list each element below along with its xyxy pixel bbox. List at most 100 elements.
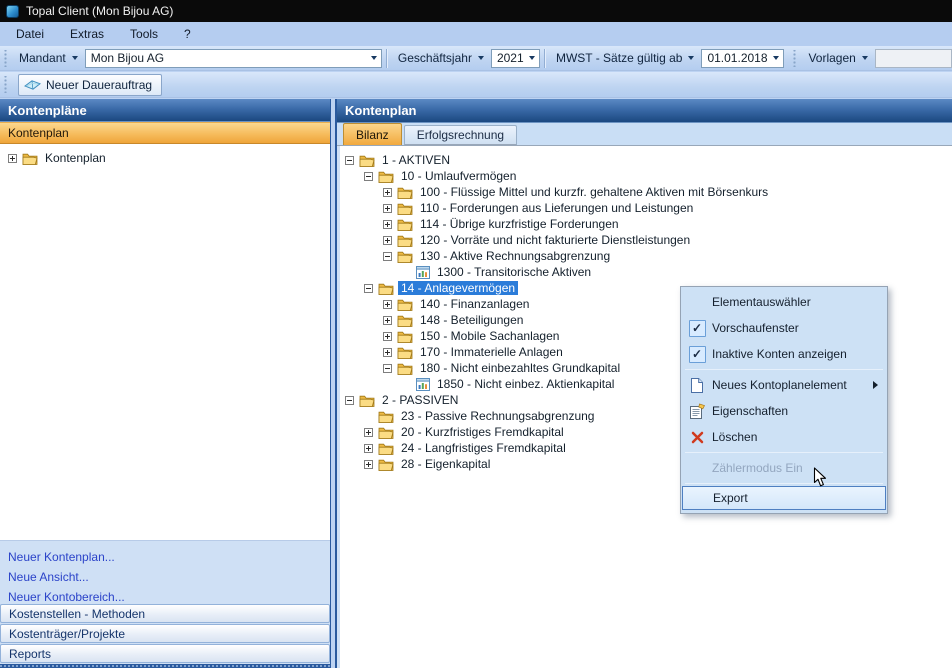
expander-slot (383, 300, 396, 309)
menu-item-tools[interactable]: Tools (117, 27, 171, 41)
menu-item-extras[interactable]: Extras (57, 27, 117, 41)
tree-row: Kontenplan (0, 150, 330, 166)
menu-item--[interactable]: ? (171, 27, 204, 41)
vorlagen-dropdown-button[interactable]: Vorlagen (801, 48, 874, 69)
section-bar-reports[interactable]: Reports (0, 644, 330, 663)
mwst-dropdown-button[interactable]: MWST - Sätze gültig ab (549, 48, 702, 69)
expander-slot (364, 444, 377, 453)
neuer-dauerauftrag-button[interactable]: Neuer Dauerauftrag (18, 74, 162, 96)
section-bar-kostenstellen-methoden[interactable]: Kostenstellen - Methoden (0, 604, 330, 623)
expand-plus-icon[interactable] (364, 460, 373, 469)
tree-node-label[interactable]: Kontenplan (42, 151, 109, 165)
account-chart-icon-wrap (416, 266, 430, 279)
mwst-value: 01.01.2018 (702, 51, 769, 65)
tree-node-label[interactable]: 20 - Kurzfristiges Fremdkapital (398, 425, 567, 439)
menu-item-löschen[interactable]: Löschen (682, 424, 886, 450)
folder-icon (378, 282, 394, 295)
expander-slot (364, 172, 377, 181)
link-neue-ansicht[interactable]: Neue Ansicht... (8, 567, 330, 587)
menu-item-export[interactable]: Export (682, 486, 886, 510)
menu-item-elementauswähler[interactable]: Elementauswähler (682, 289, 886, 315)
tabstrip: BilanzErfolgsrechnung (337, 123, 952, 146)
tree-node-label[interactable]: 170 - Immaterielle Anlagen (417, 345, 566, 359)
tab-erfolgsrechnung[interactable]: Erfolgsrechnung (404, 125, 517, 145)
kontenplaene-tree: Kontenplan (0, 144, 330, 540)
vorlagen-field[interactable] (875, 49, 952, 68)
collapse-minus-icon[interactable] (383, 252, 392, 261)
menu-item-neues-kontoplanelement[interactable]: Neues Kontoplanelement (682, 372, 886, 398)
tree-node-label[interactable]: 120 - Vorräte und nicht fakturierte Dien… (417, 233, 693, 247)
tree-node-label[interactable]: 180 - Nicht einbezahltes Grundkapital (417, 361, 623, 375)
mandant-combobox[interactable]: Mon Bijou AG (85, 49, 382, 68)
tab-bilanz[interactable]: Bilanz (343, 123, 402, 145)
tree-node-label[interactable]: 1850 - Nicht einbez. Aktienkapital (434, 377, 617, 391)
expand-plus-icon[interactable] (383, 204, 392, 213)
expand-plus-icon[interactable] (383, 348, 392, 357)
menu-item-icon-slot: ✓ (682, 320, 712, 337)
mandant-dropdown-button[interactable]: Mandant (12, 48, 85, 69)
menu-separator (685, 483, 883, 484)
collapse-minus-icon[interactable] (383, 364, 392, 373)
collapse-minus-icon[interactable] (364, 284, 373, 293)
chevron-down-icon (478, 56, 484, 60)
tree-node-label[interactable]: 150 - Mobile Sachanlagen (417, 329, 562, 343)
tree-node-label[interactable]: 24 - Langfristiges Fremdkapital (398, 441, 569, 455)
book-icon (24, 78, 41, 92)
folder-icon-wrap (397, 362, 413, 375)
tree-node-label[interactable]: 114 - Übrige kurzfristige Forderungen (417, 217, 622, 231)
account-chart-icon-wrap (416, 378, 430, 391)
geschaeftsjahr-combobox[interactable]: 2021 (491, 49, 540, 68)
tree-node-label[interactable]: 10 - Umlaufvermögen (398, 169, 519, 183)
link-neuer-kontenplan[interactable]: Neuer Kontenplan... (8, 547, 330, 567)
folder-icon (397, 218, 413, 231)
tree-node-label[interactable]: 28 - Eigenkapital (398, 457, 493, 471)
tree-node-label[interactable]: 2 - PASSIVEN (379, 393, 461, 407)
mwst-combobox[interactable]: 01.01.2018 (701, 49, 784, 68)
menu-item-vorschaufenster[interactable]: ✓Vorschaufenster (682, 315, 886, 341)
collapse-minus-icon[interactable] (345, 156, 354, 165)
expand-plus-icon[interactable] (383, 316, 392, 325)
menu-item-datei[interactable]: Datei (3, 27, 57, 41)
toolbar-grip[interactable] (3, 76, 8, 93)
mandant-label: Mandant (19, 51, 66, 65)
geschaeftsjahr-combo-arrow[interactable] (525, 50, 539, 67)
expand-plus-icon[interactable] (8, 154, 17, 163)
tree-node-label[interactable]: 1300 - Transitorische Aktiven (434, 265, 594, 279)
left-panel: Kontenpläne Kontenplan Kontenplan Neuer … (0, 99, 331, 668)
collapse-minus-icon[interactable] (345, 396, 354, 405)
expand-plus-icon[interactable] (383, 188, 392, 197)
tree-node-label[interactable]: 148 - Beteiligungen (417, 313, 526, 327)
menubar: DateiExtrasTools? (0, 22, 952, 46)
tree-node-label[interactable]: 100 - Flüssige Mittel und kurzfr. gehalt… (417, 185, 771, 199)
tree-node-label[interactable]: 130 - Aktive Rechnungsabgrenzung (417, 249, 613, 263)
folder-icon-wrap (397, 314, 413, 327)
expand-plus-icon[interactable] (383, 220, 392, 229)
tree-node-label[interactable]: 23 - Passive Rechnungsabgrenzung (398, 409, 597, 423)
folder-icon-wrap (378, 282, 394, 295)
geschaeftsjahr-label: Geschäftsjahr (398, 51, 472, 65)
panel-resize-grip[interactable] (0, 664, 330, 668)
view-item-kontenplan[interactable]: Kontenplan (0, 122, 330, 144)
expander-slot (383, 252, 396, 261)
toolbar-grip[interactable] (792, 50, 797, 67)
toolbar-grip[interactable] (3, 50, 8, 67)
expand-plus-icon[interactable] (383, 236, 392, 245)
expand-plus-icon[interactable] (383, 332, 392, 341)
folder-icon-wrap (397, 186, 413, 199)
mandant-combo-arrow[interactable] (367, 50, 381, 67)
expand-plus-icon[interactable] (364, 428, 373, 437)
tree-node-label[interactable]: 14 - Anlagevermögen (398, 281, 518, 295)
collapse-minus-icon[interactable] (364, 172, 373, 181)
menu-item-inaktive-konten-anzeigen[interactable]: ✓Inaktive Konten anzeigen (682, 341, 886, 367)
tree-node-label[interactable]: 110 - Forderungen aus Lieferungen und Le… (417, 201, 696, 215)
checkmark-icon: ✓ (689, 320, 706, 337)
expand-plus-icon[interactable] (364, 444, 373, 453)
tree-node-label[interactable]: 140 - Finanzanlagen (417, 297, 532, 311)
mwst-combo-arrow[interactable] (769, 50, 783, 67)
menu-item-eigenschaften[interactable]: Eigenschaften (682, 398, 886, 424)
tree-node-label[interactable]: 1 - AKTIVEN (379, 153, 453, 167)
geschaeftsjahr-dropdown-button[interactable]: Geschäftsjahr (391, 48, 491, 69)
folder-icon (397, 346, 413, 359)
section-bar-kostenträger-projekte[interactable]: Kostenträger/Projekte (0, 624, 330, 643)
expand-plus-icon[interactable] (383, 300, 392, 309)
